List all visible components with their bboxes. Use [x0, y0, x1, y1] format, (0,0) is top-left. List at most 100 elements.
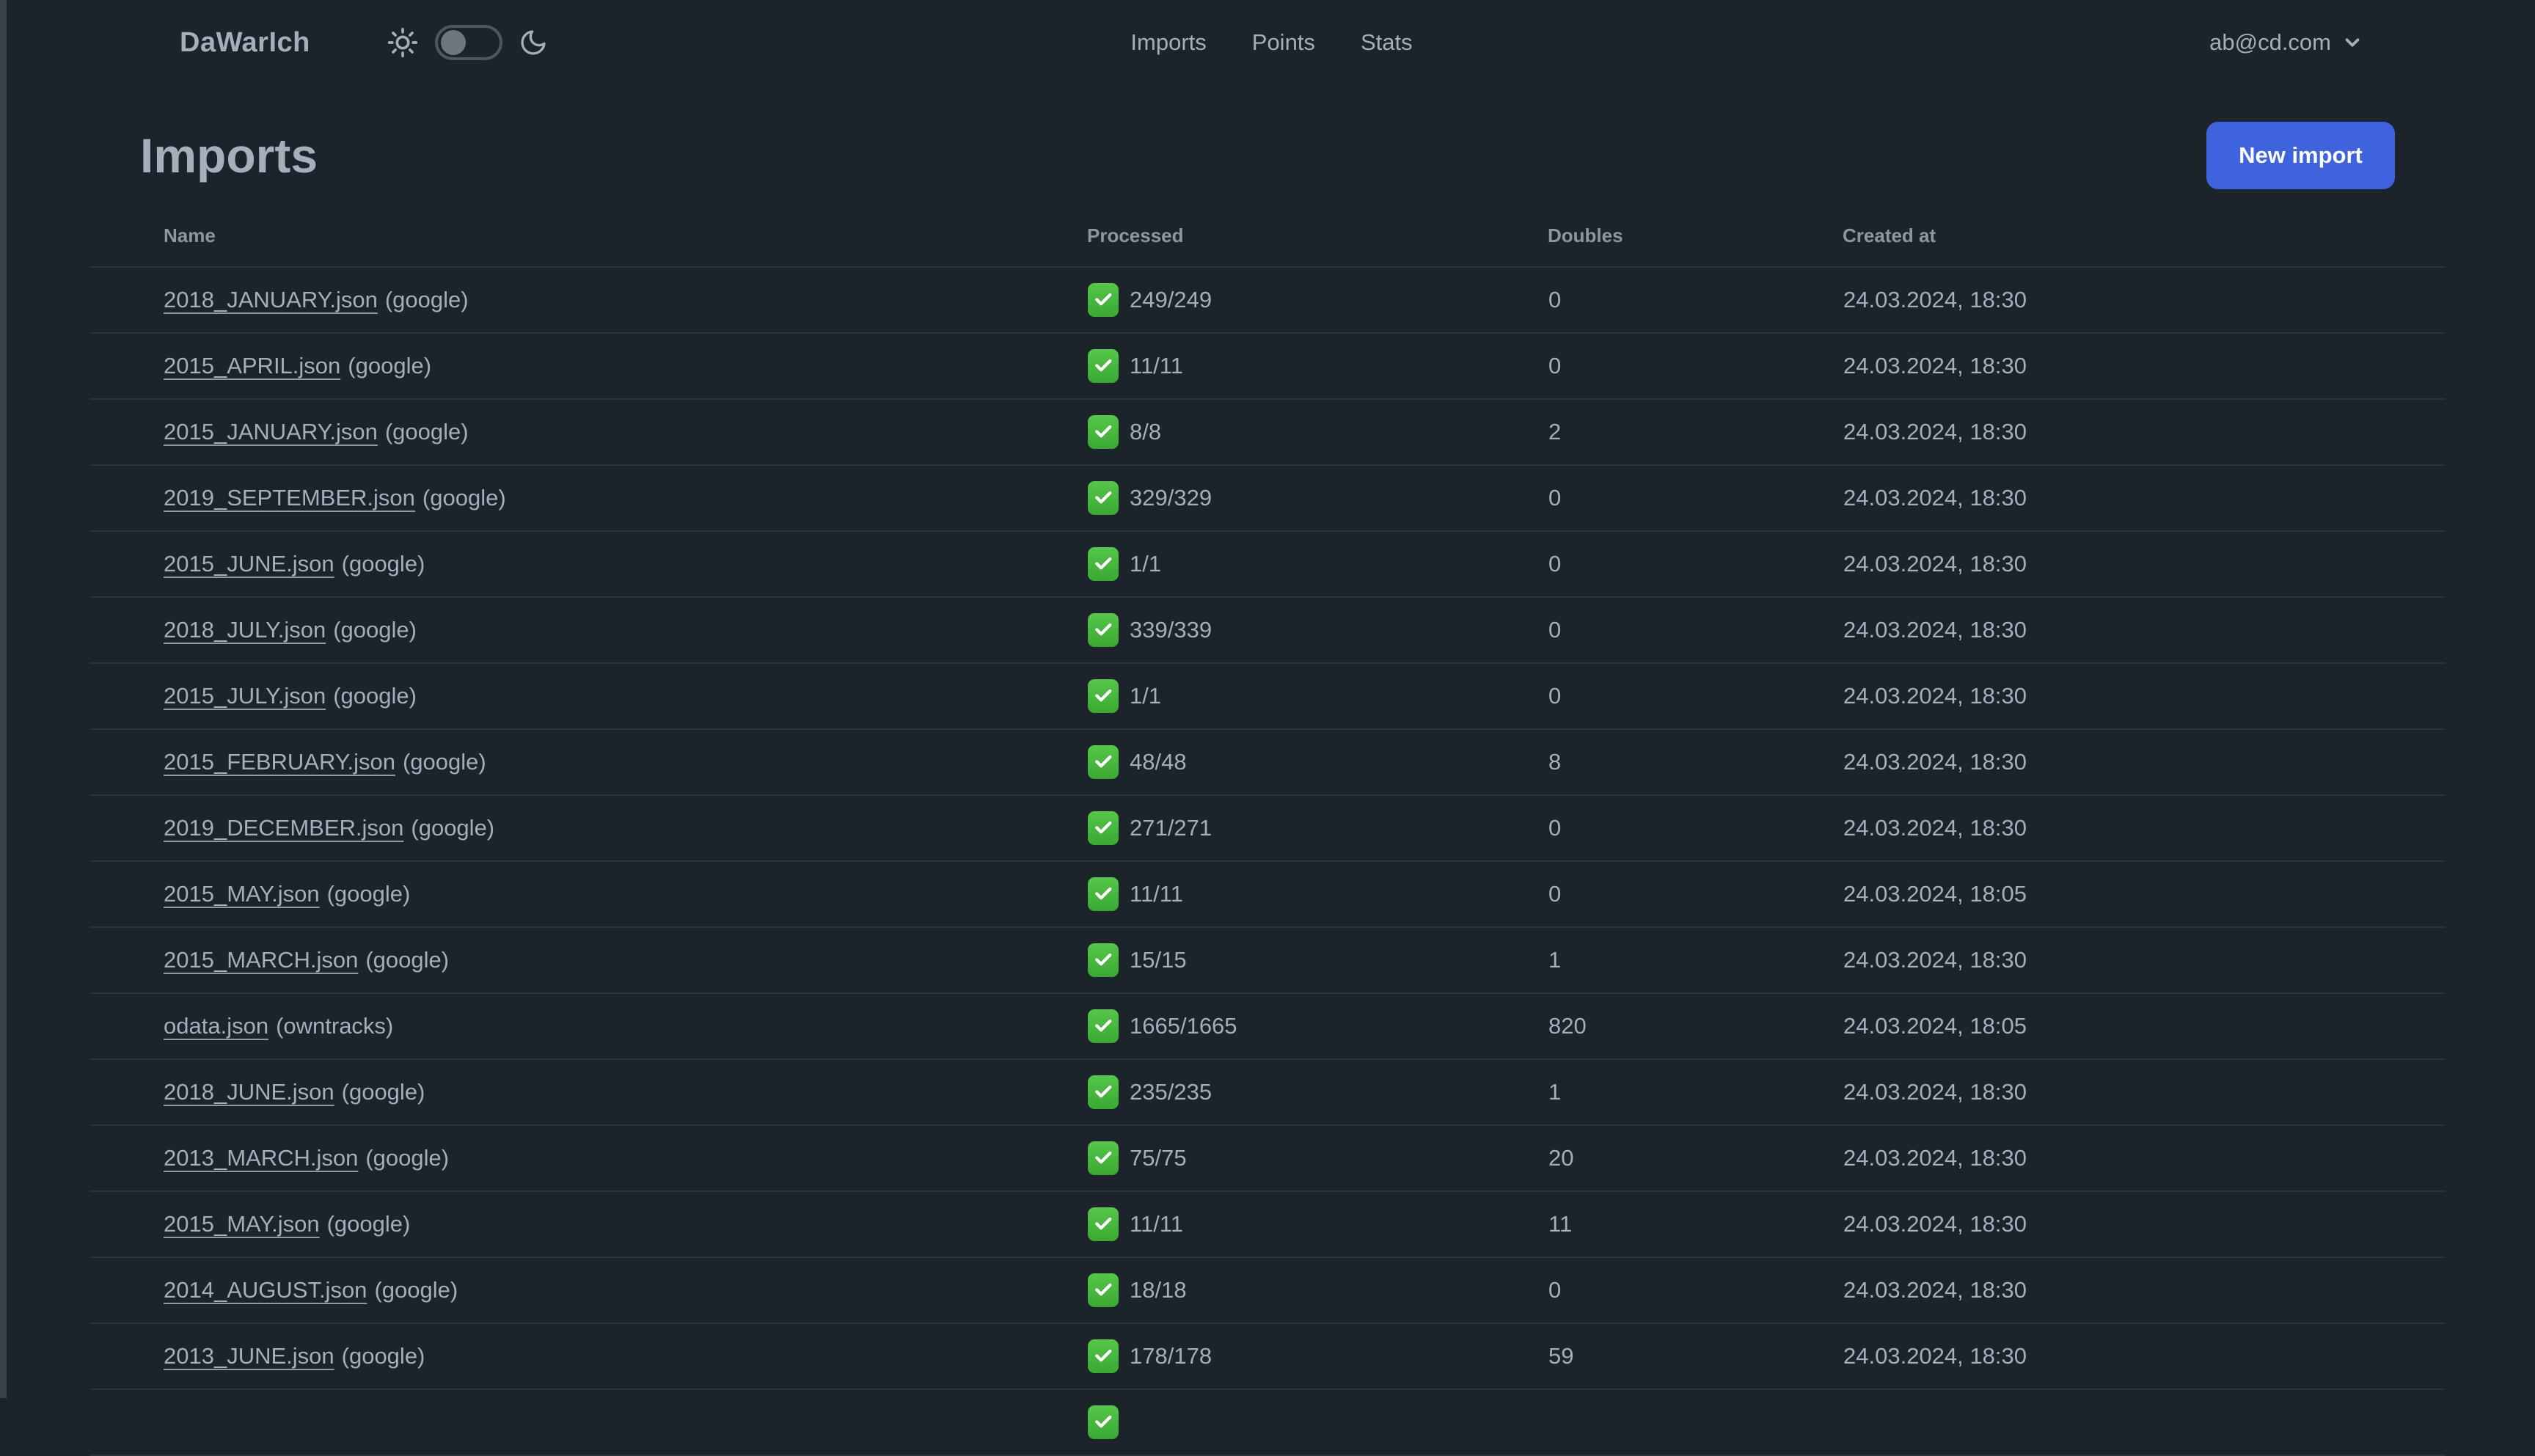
import-file-link[interactable]: 2019_SEPTEMBER.json	[164, 485, 415, 511]
cell-processed: 11/11	[1087, 861, 1548, 928]
cell-created-at: 24.03.2024, 18:30	[1843, 597, 2445, 664]
cell-doubles: 0	[1548, 795, 1843, 862]
imports-table: Name Processed Doubles Created at 2018_JANU…	[90, 220, 2445, 1456]
import-file-link[interactable]: 2013_MARCH.json	[164, 1145, 358, 1171]
import-source: (google)	[365, 1145, 450, 1171]
cell-created-at: 24.03.2024, 18:30	[1843, 1323, 2445, 1390]
nav-item-stats[interactable]: Stats	[1361, 29, 1413, 56]
import-file-link[interactable]: 2019_DECEMBER.json	[164, 815, 403, 841]
left-scrollbar-track[interactable]	[0, 0, 7, 1398]
user-menu[interactable]: ab@cd.com	[2209, 29, 2363, 56]
check-mark-emoji	[1088, 1273, 1119, 1307]
check-mark-emoji	[1088, 1339, 1119, 1373]
cell-created-at: 24.03.2024, 18:05	[1843, 861, 2445, 928]
import-row: 2015_MAY.json (google) 11/11 11 24.03.2024, …	[90, 1191, 2445, 1258]
cell-doubles: 0	[1548, 597, 1843, 664]
cell-created-at: 24.03.2024, 18:30	[1843, 1125, 2445, 1192]
check-mark-emoji	[1088, 1141, 1119, 1175]
processed-count: 11/11	[1130, 353, 1183, 378]
cell-doubles: 0	[1548, 663, 1843, 730]
import-file-link[interactable]: 2015_APRIL.json	[164, 353, 340, 378]
processed-count: 15/15	[1130, 947, 1187, 973]
import-source: (google)	[333, 617, 417, 643]
cell-processed: 8/8	[1087, 399, 1548, 466]
import-row: 2018_JANUARY.json (google) 249/249 0 24.03.2…	[90, 267, 2445, 334]
import-row: 2015_MARCH.json (google) 15/15 1 24.03.2024,…	[90, 927, 2445, 994]
import-source: (google)	[326, 1211, 411, 1237]
processed-count: 75/75	[1130, 1145, 1187, 1171]
cell-doubles: 0	[1548, 531, 1843, 598]
import-row: 2019_DECEMBER.json (google) 271/271 0 24.03.…	[90, 795, 2445, 862]
import-file-link[interactable]: 2015_MAY.json	[164, 1211, 320, 1237]
header-left: DaWarIch	[180, 25, 548, 60]
import-file-link[interactable]: 2015_MARCH.json	[164, 947, 358, 973]
new-import-button[interactable]: New import	[2206, 122, 2395, 189]
cell-processed: 339/339	[1087, 597, 1548, 664]
import-source: (google)	[365, 947, 450, 973]
import-file-link[interactable]: 2015_JANUARY.json	[164, 419, 378, 445]
import-file-link[interactable]: 2015_MAY.json	[164, 881, 320, 907]
column-header-name: Name	[90, 220, 1087, 268]
import-file-link[interactable]: odata.json	[164, 1013, 268, 1039]
nav-item-imports[interactable]: Imports	[1130, 29, 1206, 56]
import-row: 2015_MAY.json (google) 11/11 0 24.03.2024, 1…	[90, 861, 2445, 928]
import-file-link[interactable]: 2015_JULY.json	[164, 683, 326, 709]
import-file-link[interactable]: 2018_JUNE.json	[164, 1079, 334, 1105]
import-source: (google)	[374, 1277, 458, 1303]
check-mark-emoji	[1088, 679, 1119, 713]
import-source: (google)	[341, 551, 425, 577]
import-file-link[interactable]: 2018_JANUARY.json	[164, 287, 378, 312]
cell-processed: 18/18	[1087, 1257, 1548, 1324]
check-mark-emoji	[1088, 811, 1119, 845]
cell-doubles: 20	[1548, 1125, 1843, 1192]
cell-name: 2013_JUNE.json (google)	[90, 1323, 1087, 1390]
processed-count: 249/249	[1130, 287, 1212, 312]
cell-name: 2015_MAY.json (google)	[90, 861, 1087, 928]
cell-processed: 1665/1665	[1087, 993, 1548, 1060]
page-head: Imports New import	[90, 122, 2445, 189]
cell-doubles: 0	[1548, 1257, 1843, 1324]
check-mark-emoji	[1088, 1009, 1119, 1043]
processed-count: 11/11	[1130, 1211, 1183, 1237]
cell-created-at: 24.03.2024, 18:30	[1843, 399, 2445, 466]
import-row: 2013_JUNE.json (google) 178/178 59 24.03.202…	[90, 1323, 2445, 1390]
theme-switcher	[387, 25, 548, 60]
cell-processed: 15/15	[1087, 927, 1548, 994]
import-row: 2015_JULY.json (google) 1/1 0 24.03.2024, 18…	[90, 663, 2445, 730]
cell-processed: 271/271	[1087, 795, 1548, 862]
cell-name	[90, 1389, 1087, 1456]
import-file-link[interactable]: 2014_AUGUST.json	[164, 1277, 367, 1303]
table-header-row: Name Processed Doubles Created at	[90, 220, 2445, 268]
imports-table-body: 2018_JANUARY.json (google) 249/249 0 24.03.2…	[90, 267, 2445, 1456]
import-row: 2015_FEBRUARY.json (google) 48/48 8 24.03.20…	[90, 729, 2445, 796]
cell-processed: 48/48	[1087, 729, 1548, 796]
import-row: odata.json (owntracks) 1665/1665 820 24.03.2…	[90, 993, 2445, 1060]
import-file-link[interactable]: 2013_JUNE.json	[164, 1343, 334, 1369]
nav-item-points[interactable]: Points	[1252, 29, 1315, 56]
import-source: (google)	[384, 419, 469, 445]
import-file-link[interactable]: 2018_JULY.json	[164, 617, 326, 643]
check-mark-emoji	[1088, 745, 1119, 779]
app-logo[interactable]: DaWarIch	[180, 27, 310, 59]
cell-name: 2015_JULY.json (google)	[90, 663, 1087, 730]
check-mark-emoji	[1088, 481, 1119, 515]
cell-doubles: 2	[1548, 399, 1843, 466]
cell-created-at: 24.03.2024, 18:30	[1843, 927, 2445, 994]
cell-created-at: 24.03.2024, 18:30	[1843, 1059, 2445, 1126]
cell-name: 2014_AUGUST.json (google)	[90, 1257, 1087, 1324]
cell-processed: 75/75	[1087, 1125, 1548, 1192]
theme-toggle-knob	[440, 30, 466, 55]
imports-page: Imports New import Name Processed Doubles C…	[90, 122, 2445, 1456]
import-row: 2019_SEPTEMBER.json (google) 329/329 0 24.03…	[90, 465, 2445, 532]
import-file-link[interactable]: 2015_JUNE.json	[164, 551, 334, 577]
import-file-link[interactable]: 2015_FEBRUARY.json	[164, 749, 395, 775]
sun-icon	[387, 26, 419, 59]
theme-toggle[interactable]	[434, 25, 502, 60]
import-row: 2015_APRIL.json (google) 11/11 0 24.03.2024,…	[90, 333, 2445, 400]
cell-processed: 1/1	[1087, 531, 1548, 598]
cell-created-at: 24.03.2024, 18:30	[1843, 663, 2445, 730]
cell-doubles: 0	[1548, 333, 1843, 400]
cell-name: 2019_DECEMBER.json (google)	[90, 795, 1087, 862]
cell-name: 2019_SEPTEMBER.json (google)	[90, 465, 1087, 532]
import-row: 2018_JUNE.json (google) 235/235 1 24.03.2024…	[90, 1059, 2445, 1126]
